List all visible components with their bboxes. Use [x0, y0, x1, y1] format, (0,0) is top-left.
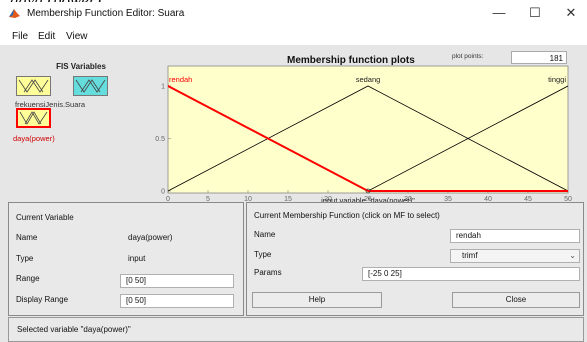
fis-input2-variable-box[interactable] [73, 76, 108, 96]
chevron-down-icon: ⌄ [569, 251, 576, 260]
mf-params-label: Params [254, 268, 282, 277]
plot-points-input[interactable]: 181 [511, 51, 567, 64]
fis-output-variable-box[interactable] [16, 108, 51, 128]
mf-label-tinggi: tinggi [548, 75, 566, 84]
close-button[interactable]: Close [452, 292, 580, 308]
range-input[interactable]: [0 50] [120, 274, 234, 288]
maximize-button[interactable]: ☐ [520, 4, 550, 22]
mf-type-label: Type [254, 250, 272, 259]
mf-name-input[interactable]: rendah [450, 229, 580, 243]
y-tick-label: 0.5 [155, 136, 165, 143]
mf-label-sedang: sedang [356, 75, 381, 84]
mf-type-select[interactable]: trimf ⌄ [450, 249, 580, 263]
close-window-button[interactable]: ✕ [556, 4, 586, 22]
mf-params-input[interactable]: [-25 0 25] [362, 267, 580, 281]
fis-input-variable-box[interactable] [16, 76, 51, 96]
plot-points-label: plot points: [452, 53, 484, 60]
menu-file[interactable]: File [12, 31, 28, 42]
menu-bar [0, 27, 587, 45]
mf-name-label: Name [254, 230, 276, 239]
range-label: Range [16, 274, 40, 283]
fis-variables-title: FIS Variables [56, 62, 106, 71]
variable-type-label: Type [16, 254, 34, 263]
status-bar: Selected variable "daya(power)" [8, 317, 584, 342]
matlab-app-icon [8, 7, 21, 19]
menu-edit[interactable]: Edit [38, 31, 55, 42]
membership-function-plot: 0 5 10 15 20 25 30 35 40 45 5000.51sedang tinggiren… [155, 48, 585, 205]
mf-type-value: trimf [462, 251, 478, 260]
minimize-button[interactable]: — [484, 4, 514, 22]
help-button[interactable]: Help [252, 292, 382, 308]
fis-output-variable-label: daya(power) [13, 134, 55, 143]
menu-view[interactable]: View [66, 31, 88, 42]
current-variable-title: Current Variable [16, 213, 74, 222]
display-range-label: Display Range [16, 295, 69, 304]
mf-label-rendah: rendah [169, 75, 192, 84]
current-mf-title: Current Membership Function (click on MF… [254, 211, 440, 220]
variable-name-value: daya(power) [128, 233, 173, 242]
y-tick-label: 0 [161, 189, 165, 196]
variable-name-label: Name [16, 233, 38, 242]
y-tick-label: 1 [161, 84, 165, 91]
variable-type-value: input [128, 254, 146, 263]
display-range-input[interactable]: [0 50] [120, 294, 234, 308]
plot-area[interactable] [167, 65, 569, 194]
window-title: Membership Function Editor: Suara [27, 8, 185, 19]
plot-title: Membership function plots [287, 55, 415, 66]
